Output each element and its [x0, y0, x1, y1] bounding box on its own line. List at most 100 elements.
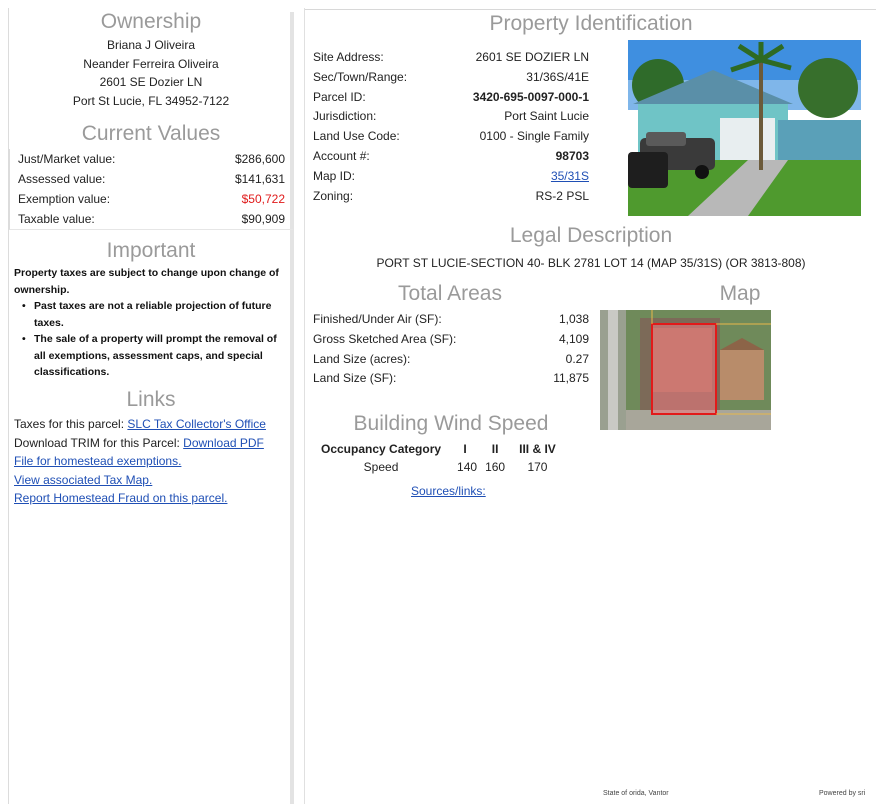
links-block: Taxes for this parcel: SLC Tax Collector… — [9, 415, 293, 508]
assessed-value: $141,631 — [234, 172, 285, 186]
land-sf-value: 11,875 — [553, 371, 589, 386]
taxes-label: Taxes for this parcel: — [14, 417, 128, 431]
tax-collector-link[interactable]: SLC Tax Collector's Office — [127, 417, 266, 431]
wind-speed-title: Building Wind Speed — [353, 412, 549, 435]
finished-area-label: Finished/Under Air (SF): — [313, 312, 442, 326]
exemption-label: Exemption value: — [18, 192, 111, 206]
just-market-value: $286,600 — [234, 152, 285, 166]
just-market-label: Just/Market value: — [18, 152, 116, 166]
taxable-label: Taxable value: — [18, 212, 95, 226]
speed-ii-value: 160 — [485, 460, 506, 474]
assessed-row: Assessed value: $141,631 — [10, 169, 293, 189]
parcel-id-value: 3420-695-0097-000-1 — [472, 89, 589, 104]
owner-name-2: Neander Ferreira Oliveira — [83, 56, 219, 71]
owner-address-line-2: Port St Lucie, FL 34952-7122 — [72, 93, 230, 108]
wind-header-row: Occupancy Category I II III & IV — [321, 442, 556, 460]
site-address-value: 2601 SE DOZIER LN — [475, 50, 589, 64]
links-title: Links — [126, 388, 176, 411]
current-values-title: Current Values — [81, 122, 221, 145]
land-sf-row: Land Size (SF): 11,875 — [313, 369, 589, 389]
finished-area-value: 1,038 — [558, 312, 589, 326]
map-header: Map — [685, 282, 795, 306]
zoning-label: Zoning: — [313, 188, 354, 203]
category-i-header: I — [463, 442, 467, 456]
download-pdf-link[interactable]: Download PDF — [183, 436, 264, 450]
category-ii-header: II — [491, 442, 499, 456]
land-use-value: 0100 - Single Family — [479, 129, 589, 144]
important-title: Important — [106, 239, 196, 262]
trim-label: Download TRIM for this Parcel: — [14, 435, 184, 450]
ownership-block: Briana J Oliveira Neander Ferreira Olive… — [9, 36, 293, 110]
land-use-label: Land Use Code: — [313, 129, 400, 144]
important-bullet-list: Past taxes are not a reliable projection… — [14, 298, 289, 381]
gross-area-value: 4,109 — [558, 331, 589, 346]
parcel-map-image — [600, 310, 771, 430]
current-values-list: Just/Market value: $286,600 Assessed val… — [9, 149, 293, 230]
jurisdiction-label: Jurisdiction: — [313, 109, 377, 124]
map-id-link[interactable]: 35/31S — [551, 167, 589, 187]
important-intro: Property taxes are subject to change upo… — [14, 267, 279, 296]
right-panel: Property Identification Site Address: 26… — [304, 8, 876, 804]
speed-iii-iv-value: 170 — [527, 460, 548, 474]
trim-line: Download TRIM for this Parcel: Download … — [14, 434, 293, 453]
homestead-exemption-link[interactable]: File for homestead exemptions. — [14, 454, 181, 468]
exemption-value: $50,722 — [241, 192, 285, 206]
powered-by-text: Powered by sri — [819, 790, 866, 797]
exemption-row: Exemption value: $50,722 — [10, 189, 293, 209]
wind-speed-header: Building Wind Speed — [313, 412, 589, 436]
land-use-row: Land Use Code: 0100 - Single Family — [313, 127, 589, 147]
jurisdiction-row: Jurisdiction: Port Saint Lucie — [313, 107, 589, 127]
site-address-label: Site Address: — [313, 50, 384, 64]
account-row: Account #: 98703 — [313, 147, 589, 167]
finished-area-row: Finished/Under Air (SF): 1,038 — [313, 310, 589, 330]
gross-area-row: Gross Sketched Area (SF): 4,109 — [313, 330, 589, 350]
speed-label: Speed — [363, 460, 399, 474]
jurisdiction-value: Port Saint Lucie — [504, 109, 589, 124]
owner-address-line-1: 2601 SE Dozier LN — [99, 75, 203, 89]
account-value: 98703 — [555, 148, 589, 163]
important-bullet: Past taxes are not a reliable projection… — [22, 298, 289, 331]
wind-speed-row: Speed 140 160 170 — [321, 460, 556, 474]
zoning-value: RS-2 PSL — [535, 188, 589, 203]
speed-i-value: 140 — [457, 460, 478, 474]
total-areas-table: Finished/Under Air (SF): 1,038 Gross Ske… — [313, 310, 589, 389]
left-panel: Ownership Briana J Oliveira Neander Ferr… — [8, 8, 293, 804]
important-notice: Property taxes are subject to change upo… — [9, 265, 293, 381]
land-acres-label: Land Size (acres): — [313, 351, 411, 366]
map-attribution: State of orida, Vantor — [603, 790, 669, 797]
category-iii-iv-header: III & IV — [519, 442, 556, 456]
just-market-row: Just/Market value: $286,600 — [10, 149, 293, 169]
wind-sources-link[interactable]: Sources/links: — [411, 484, 486, 498]
map-title: Map — [719, 282, 761, 305]
land-sf-label: Land Size (SF): — [313, 371, 397, 386]
property-photo-image — [628, 40, 861, 216]
taxable-row: Taxable value: $90,909 — [10, 209, 293, 229]
site-address-row: Site Address: 2601 SE DOZIER LN — [313, 48, 589, 68]
assessed-label: Assessed value: — [18, 172, 106, 186]
total-areas-title: Total Areas — [398, 282, 502, 305]
map-id-label: Map ID: — [313, 168, 356, 183]
property-photo — [628, 40, 861, 216]
gross-area-label: Gross Sketched Area (SF): — [313, 331, 457, 346]
wind-speed-table: Occupancy Category I II III & IV Speed 1… — [321, 442, 556, 474]
parcel-id-label: Parcel ID: — [313, 89, 366, 104]
parcel-id-row: Parcel ID: 3420-695-0097-000-1 — [313, 88, 589, 108]
tax-map-link[interactable]: View associated Tax Map. — [14, 473, 152, 487]
property-identification-title: Property Identification — [489, 12, 693, 35]
legal-description-header: Legal Description — [305, 224, 876, 248]
occupancy-category-header: Occupancy Category — [321, 442, 442, 456]
important-bullet: The sale of a property will prompt the r… — [22, 331, 289, 381]
taxes-line: Taxes for this parcel: SLC Tax Collector… — [14, 415, 293, 434]
homestead-fraud-link[interactable]: Report Homestead Fraud on this parcel. — [14, 491, 227, 505]
parcel-map-thumbnail[interactable] — [600, 310, 771, 430]
account-label: Account #: — [313, 148, 370, 163]
land-acres-row: Land Size (acres): 0.27 — [313, 350, 589, 370]
ownership-title: Ownership — [100, 10, 202, 33]
sec-town-range-value: 31/36S/41E — [526, 69, 589, 84]
property-identification-table: Site Address: 2601 SE DOZIER LN Sec/Town… — [313, 48, 589, 206]
total-areas-header: Total Areas — [345, 282, 555, 306]
sec-town-range-label: Sec/Town/Range: — [313, 69, 408, 84]
zoning-row: Zoning: RS-2 PSL — [313, 187, 589, 207]
land-acres-value: 0.27 — [565, 351, 589, 366]
legal-description-title: Legal Description — [509, 224, 673, 247]
